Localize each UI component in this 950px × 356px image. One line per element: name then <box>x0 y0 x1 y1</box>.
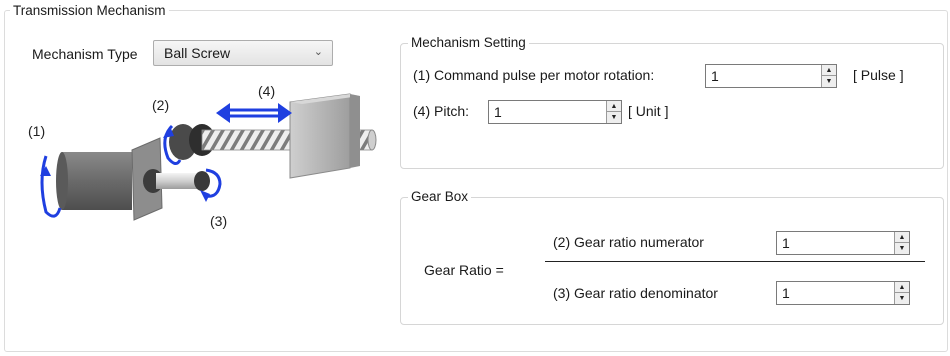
pitch-unit: [ Unit ] <box>628 103 669 119</box>
mechanism-setting-group <box>400 43 944 169</box>
increment-icon[interactable]: ▲ <box>607 101 621 112</box>
stepper-buttons: ▲ ▼ <box>606 101 621 123</box>
mechanism-type-select[interactable]: Ball Screw ⌄ <box>153 40 333 66</box>
chevron-down-icon: ⌄ <box>313 46 323 58</box>
gear-ratio-numerator-stepper[interactable]: 1 ▲ ▼ <box>776 231 910 255</box>
command-pulse-label: (1) Command pulse per motor rotation: <box>413 67 655 83</box>
gear-ratio-denominator-value: 1 <box>782 285 790 301</box>
stepper-buttons: ▲ ▼ <box>894 282 909 304</box>
gear-ratio-numerator-value: 1 <box>782 235 790 251</box>
gear-box-title: Gear Box <box>408 189 472 205</box>
slide-block <box>289 93 360 179</box>
decrement-icon[interactable]: ▼ <box>822 76 836 87</box>
pitch-label: (4) Pitch: <box>413 103 470 119</box>
command-pulse-value: 1 <box>711 68 719 84</box>
decrement-icon[interactable]: ▼ <box>895 293 909 304</box>
motor <box>56 152 132 210</box>
transmission-mechanism-title: Transmission Mechanism <box>10 3 169 19</box>
gear-ratio-denominator-stepper[interactable]: 1 ▲ ▼ <box>776 281 910 305</box>
gear-ratio-label: Gear Ratio = <box>424 262 504 278</box>
command-pulse-unit: [ Pulse ] <box>853 67 904 83</box>
gear-ratio-denominator-label: (3) Gear ratio denominator <box>553 285 718 301</box>
ball-screw-diagram: (1) (2) (3) (4) <box>28 83 377 229</box>
stepper-buttons: ▲ ▼ <box>821 65 836 87</box>
pitch-value: 1 <box>494 104 502 120</box>
increment-icon[interactable]: ▲ <box>822 65 836 76</box>
mechanism-type-label: Mechanism Type <box>32 46 138 62</box>
stepper-buttons: ▲ ▼ <box>894 232 909 254</box>
increment-icon[interactable]: ▲ <box>895 232 909 243</box>
command-pulse-stepper[interactable]: 1 ▲ ▼ <box>705 64 837 88</box>
diagram-label-3: (3) <box>210 213 227 229</box>
diagram-label-2: (2) <box>152 97 169 113</box>
diagram-label-4: (4) <box>258 83 275 99</box>
increment-icon[interactable]: ▲ <box>895 282 909 293</box>
diagram-label-1: (1) <box>28 123 45 139</box>
pitch-stepper[interactable]: 1 ▲ ▼ <box>488 100 622 124</box>
decrement-icon[interactable]: ▼ <box>895 243 909 254</box>
fraction-line <box>545 261 925 262</box>
mechanism-setting-title: Mechanism Setting <box>408 35 529 51</box>
gear-ratio-numerator-label: (2) Gear ratio numerator <box>553 234 704 250</box>
linear-arrow-4 <box>226 108 282 118</box>
mechanism-type-value: Ball Screw <box>164 45 231 61</box>
decrement-icon[interactable]: ▼ <box>607 112 621 123</box>
